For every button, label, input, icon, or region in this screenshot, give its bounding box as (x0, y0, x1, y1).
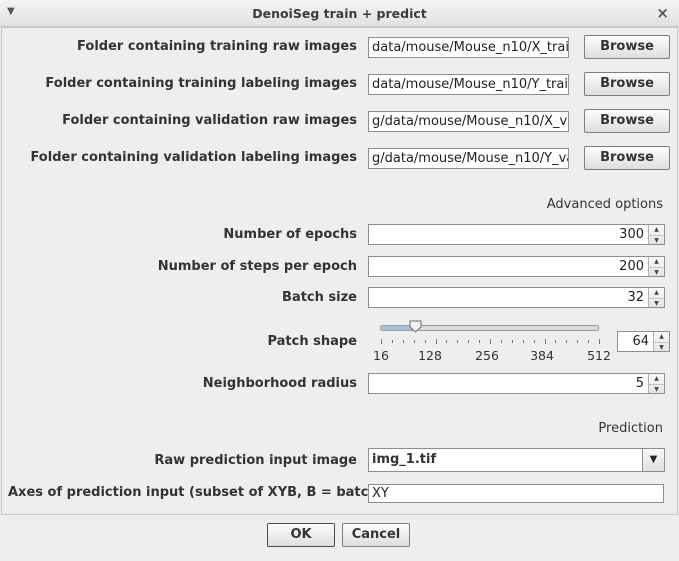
raw-prediction-select[interactable]: img_1.tif ▼ (368, 448, 665, 472)
advanced-options-header: Advanced options (546, 197, 663, 212)
spinner-down-icon[interactable]: ▼ (649, 298, 664, 308)
train-raw-label: Folder containing training raw images (77, 39, 357, 54)
slider-tick (522, 340, 524, 343)
spinner-up-icon[interactable]: ▲ (649, 225, 664, 234)
slider-tick (479, 340, 481, 343)
dialog-content: Folder containing training raw images da… (1, 27, 678, 515)
cancel-button[interactable]: Cancel (342, 523, 410, 547)
epochs-stepper[interactable]: ▲ ▼ (648, 225, 664, 244)
spinner-down-icon[interactable]: ▼ (649, 267, 664, 277)
batch-size-spinner[interactable]: 32 ▲ ▼ (368, 287, 665, 308)
slider-tick (599, 339, 600, 344)
neighborhood-radius-stepper[interactable]: ▲ ▼ (648, 374, 664, 393)
patch-shape-spinner[interactable]: 64 ▲ ▼ (617, 331, 670, 352)
slider-tick (402, 340, 404, 343)
train-raw-field[interactable]: data/mouse/Mouse_n10/X_train (368, 37, 569, 58)
patch-slider-thumb[interactable] (409, 320, 422, 333)
train-label-browse-button[interactable]: Browse (584, 72, 670, 96)
slider-tick (544, 339, 546, 344)
raw-prediction-label: Raw prediction input image (154, 453, 357, 468)
steps-stepper[interactable]: ▲ ▼ (648, 257, 664, 276)
val-raw-label: Folder containing validation raw images (62, 113, 357, 128)
batch-size-label: Batch size (282, 290, 357, 305)
spinner-up-icon[interactable]: ▲ (654, 332, 669, 341)
slider-tick (588, 340, 590, 343)
val-label-browse-button[interactable]: Browse (584, 146, 670, 170)
window-title: DenoiSeg train + predict (252, 6, 427, 21)
axes-field[interactable]: XY (368, 484, 664, 503)
slider-tick (511, 340, 513, 343)
spinner-up-icon[interactable]: ▲ (649, 257, 664, 266)
steps-spinner[interactable]: 200 ▲ ▼ (368, 256, 665, 277)
batch-size-stepper[interactable]: ▲ ▼ (648, 288, 664, 307)
train-label-field[interactable]: data/mouse/Mouse_n10/Y_train (368, 74, 569, 95)
patch-tick-label: 128 (418, 348, 442, 363)
val-raw-browse-button[interactable]: Browse (584, 109, 670, 133)
neighborhood-radius-label: Neighborhood radius (202, 376, 357, 391)
epochs-label: Number of epochs (223, 227, 357, 242)
spinner-down-icon[interactable]: ▼ (649, 235, 664, 245)
slider-tick (413, 340, 415, 343)
val-label-field[interactable]: g/data/mouse/Mouse_n10/Y_val (368, 148, 569, 169)
slider-tick (381, 339, 382, 344)
slider-tick (468, 340, 470, 343)
val-raw-field[interactable]: g/data/mouse/Mouse_n10/X_val (368, 111, 569, 132)
ok-button[interactable]: OK (267, 523, 335, 547)
slider-tick (500, 340, 502, 343)
patch-tick-label: 384 (530, 348, 554, 363)
neighborhood-radius-value[interactable]: 5 (636, 374, 644, 393)
patch-shape-label: Patch shape (267, 334, 357, 349)
spinner-down-icon[interactable]: ▼ (654, 342, 669, 352)
slider-tick (446, 340, 448, 343)
prediction-header: Prediction (598, 421, 663, 436)
patch-tick-label: 256 (475, 348, 499, 363)
steps-value[interactable]: 200 (619, 257, 644, 276)
slider-tick (391, 340, 393, 343)
patch-shape-stepper[interactable]: ▲ ▼ (653, 332, 669, 351)
slider-tick (566, 340, 568, 343)
raw-prediction-value[interactable]: img_1.tif (372, 449, 436, 471)
train-raw-browse-button[interactable]: Browse (584, 35, 670, 59)
patch-tick-label: 512 (587, 348, 611, 363)
axes-label: Axes of prediction input (subset of XYB,… (8, 485, 378, 500)
steps-label: Number of steps per epoch (157, 259, 357, 274)
title-bar: ▼ DenoiSeg train + predict × (0, 0, 679, 27)
slider-tick (424, 340, 426, 343)
chevron-down-icon[interactable]: ▼ (642, 449, 664, 471)
spinner-down-icon[interactable]: ▼ (649, 384, 664, 394)
slider-tick (435, 339, 437, 344)
patch-shape-value[interactable]: 64 (632, 332, 649, 351)
spinner-up-icon[interactable]: ▲ (649, 374, 664, 383)
slider-tick (555, 340, 557, 343)
spinner-up-icon[interactable]: ▲ (649, 288, 664, 297)
close-icon[interactable]: × (656, 4, 669, 22)
slider-tick (490, 339, 491, 344)
batch-size-value[interactable]: 32 (627, 288, 644, 307)
train-label-label: Folder containing training labeling imag… (45, 76, 357, 91)
slider-tick (533, 340, 535, 343)
slider-tick (457, 340, 459, 343)
epochs-spinner[interactable]: 300 ▲ ▼ (368, 224, 665, 245)
neighborhood-radius-spinner[interactable]: 5 ▲ ▼ (368, 373, 665, 394)
patch-tick-label: 16 (373, 348, 389, 363)
epochs-value[interactable]: 300 (619, 225, 644, 244)
val-label-label: Folder containing validation labeling im… (30, 150, 357, 165)
slider-tick (577, 340, 579, 343)
